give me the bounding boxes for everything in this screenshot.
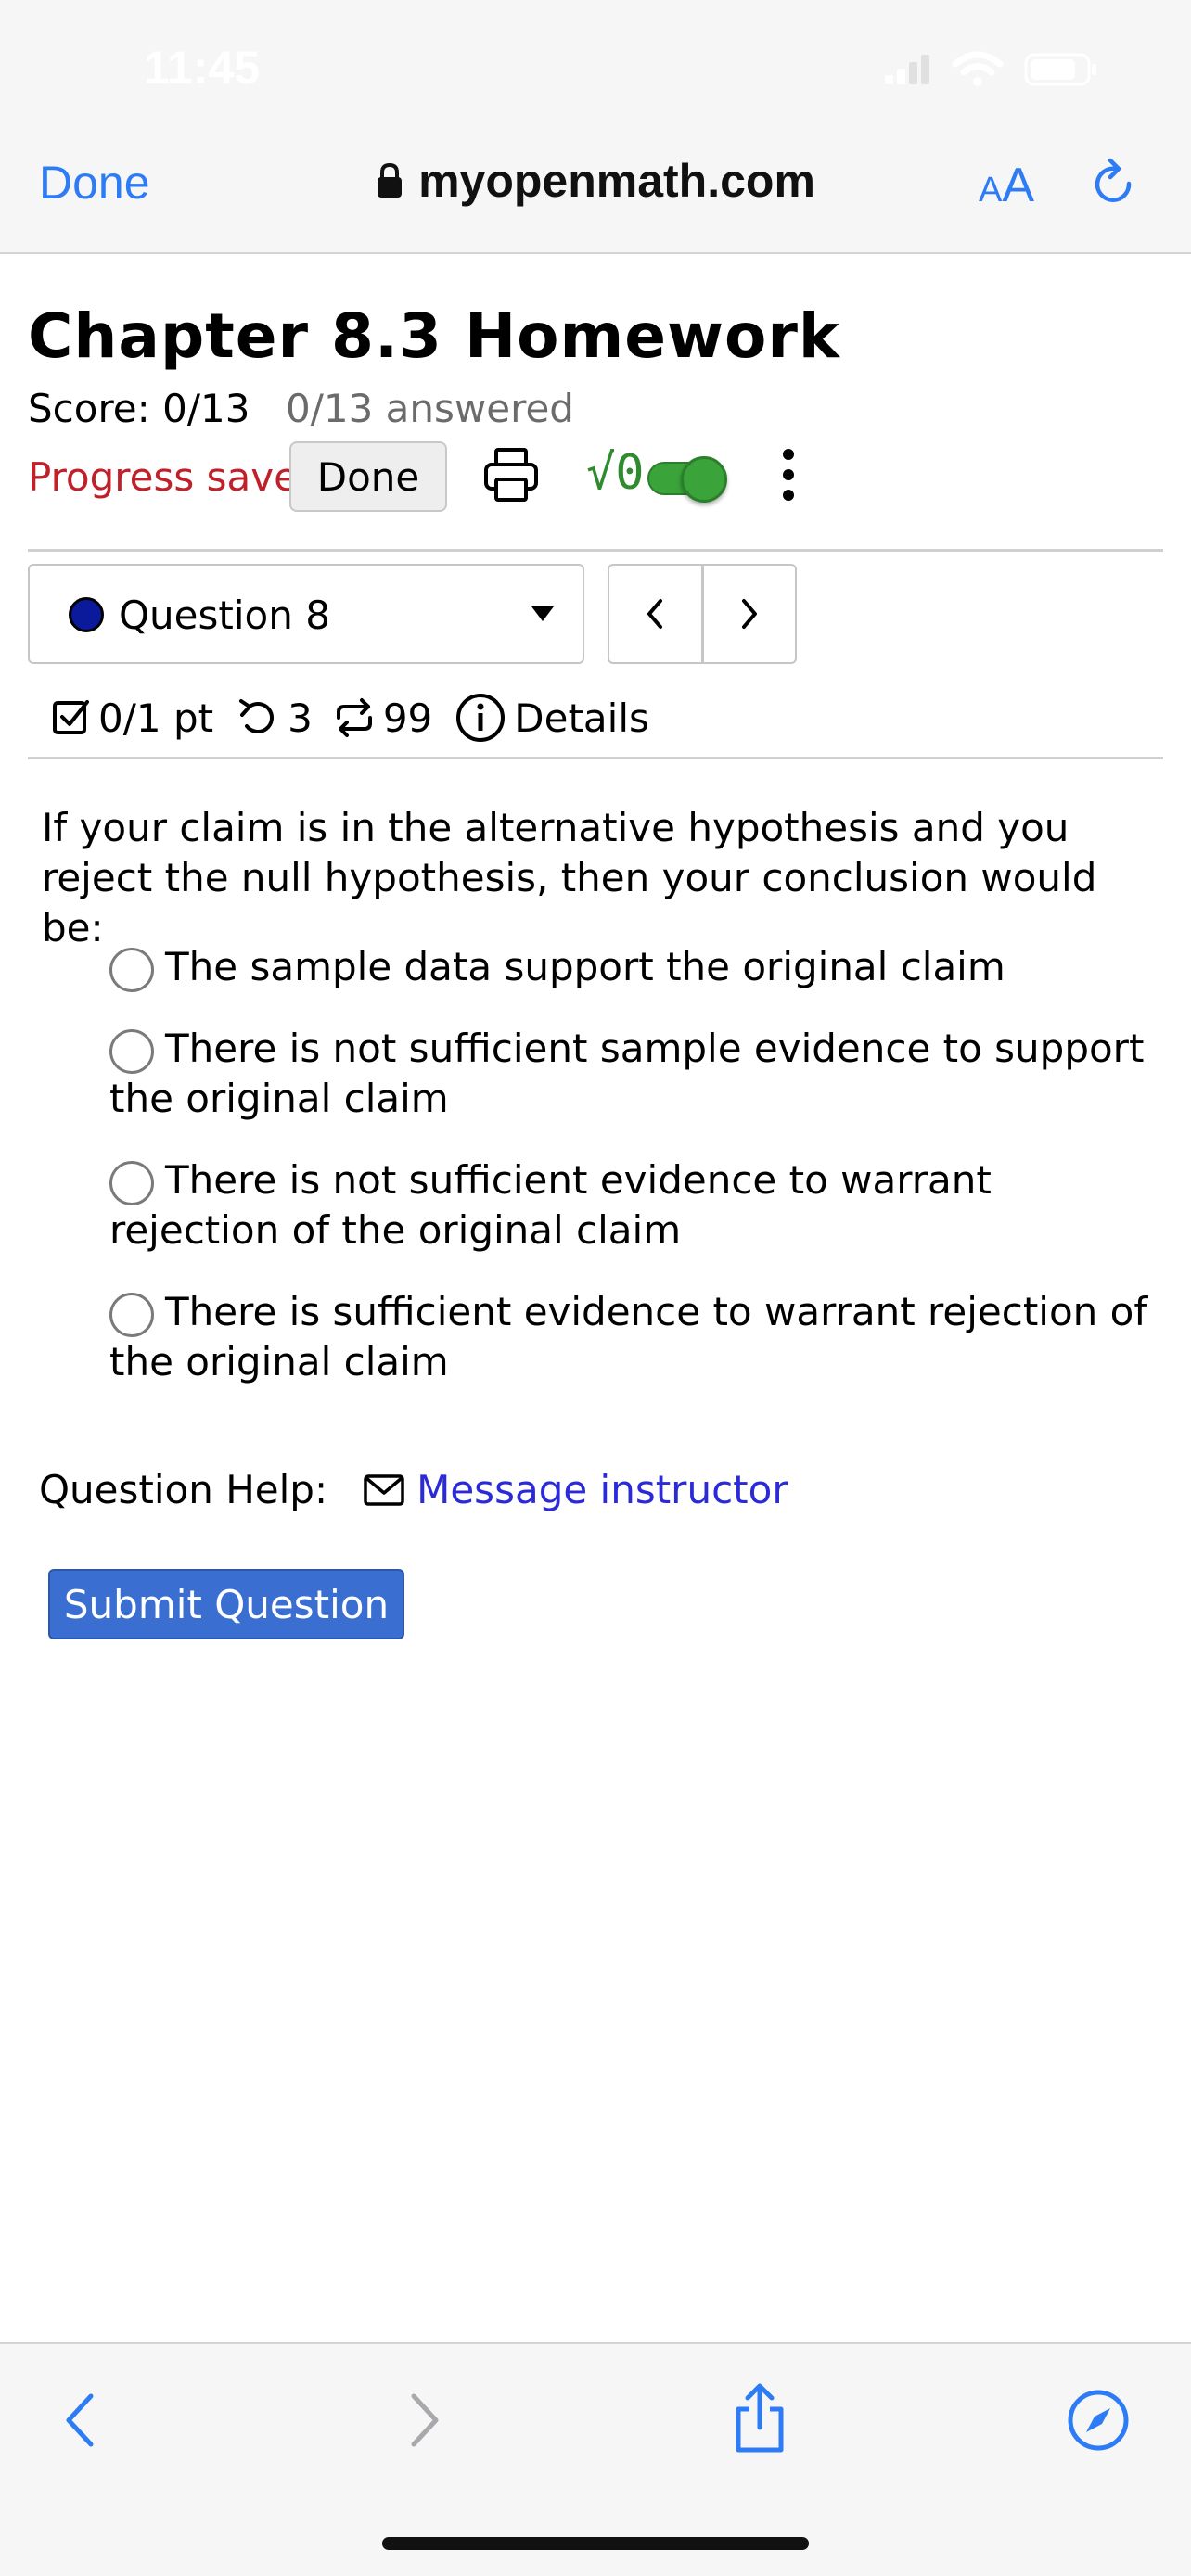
more-options-icon[interactable] (777, 447, 800, 506)
question-selector-label: Question 8 (119, 593, 330, 638)
chevron-left-icon (647, 599, 663, 629)
radio-button[interactable] (109, 1293, 154, 1337)
home-indicator (382, 2537, 809, 2550)
answer-option[interactable]: There is sufficient evidence to warrant … (109, 1287, 1158, 1387)
aa-small-label: A (979, 171, 1003, 210)
assessment-done-button[interactable]: Done (289, 441, 447, 512)
question-pager (608, 564, 797, 664)
previous-question-button[interactable] (609, 566, 701, 662)
radio-button[interactable] (109, 948, 154, 992)
question-help: Question Help: Message instructor (39, 1467, 788, 1512)
lock-icon (378, 162, 403, 198)
question-prompt: If your claim is in the alternative hypo… (42, 805, 1097, 950)
status-icons (885, 51, 1098, 88)
points-group: 0/1 pt (52, 695, 213, 741)
share-button[interactable] (729, 2381, 790, 2459)
answer-option-label: There is not sufficient evidence to warr… (109, 1157, 992, 1253)
answered-count: 0/13 answered (286, 386, 574, 431)
attempts-text: 3 (288, 695, 313, 741)
printer-icon[interactable] (482, 446, 540, 507)
aa-big-label: A (1002, 159, 1035, 212)
answer-option-label: There is sufficient evidence to warrant … (109, 1289, 1148, 1384)
back-button[interactable] (61, 2391, 98, 2454)
details-button[interactable]: Details (455, 692, 649, 744)
answer-option-label: There is not sufficient sample evidence … (109, 1026, 1145, 1121)
answer-options: The sample data support the original cla… (109, 942, 1158, 1387)
text-size-button[interactable]: AA (979, 158, 1034, 213)
answer-option[interactable]: There is not sufficient sample evidence … (109, 1024, 1158, 1124)
details-label: Details (514, 695, 649, 741)
question-selector[interactable]: Question 8 (28, 564, 584, 664)
answer-option[interactable]: The sample data support the original cla… (109, 942, 1158, 992)
question-meta: 0/1 pt 3 99 Details (52, 692, 649, 744)
toggle-knob (681, 456, 727, 503)
chevron-right-icon (741, 599, 757, 629)
browser-done-button[interactable]: Done (39, 156, 150, 210)
math-entry-toggle[interactable] (647, 456, 727, 503)
status-time: 11:45 (144, 42, 261, 94)
page-title: Chapter 8.3 Homework (28, 300, 840, 372)
chevron-right-icon (411, 2393, 439, 2447)
info-icon (456, 694, 506, 742)
regens-text: 99 (382, 695, 433, 741)
answer-option[interactable]: There is not sufficient evidence to warr… (109, 1155, 1158, 1256)
question-status-dot (69, 597, 104, 632)
repeat-icon (336, 698, 372, 737)
browser-top-bar: 11:45 Done myopenmath.com AA (0, 0, 1191, 254)
divider (28, 757, 1163, 759)
envelope-icon (364, 1473, 404, 1506)
battery-icon (1024, 53, 1096, 86)
attempts-group: 3 (237, 695, 313, 741)
signal-icon (885, 55, 929, 84)
next-question-button[interactable] (704, 566, 796, 662)
forward-button[interactable] (406, 2391, 443, 2454)
undo-icon (239, 699, 275, 733)
wifi-icon (952, 51, 1004, 86)
math-entry-label: √0 (586, 445, 645, 501)
radio-button[interactable] (109, 1029, 154, 1074)
compass-button[interactable] (1067, 2389, 1130, 2455)
url-address[interactable]: myopenmath.com (418, 154, 815, 208)
radio-button[interactable] (109, 1161, 154, 1205)
points-text: 0/1 pt (98, 695, 214, 741)
regens-group: 99 (333, 695, 432, 741)
reload-icon[interactable] (1092, 156, 1138, 211)
score-text: Score: 0/13 (28, 386, 250, 431)
compass-icon (1068, 2390, 1129, 2451)
divider (28, 549, 1163, 552)
submit-question-button[interactable]: Submit Question (48, 1569, 404, 1639)
message-instructor-link[interactable]: Message instructor (416, 1467, 788, 1512)
answer-option-label: The sample data support the original cla… (165, 944, 1005, 989)
question-help-label: Question Help: (39, 1467, 328, 1512)
share-icon (736, 2383, 784, 2453)
checkbox-icon (53, 700, 89, 734)
progress-saved-status: Progress saved (28, 454, 323, 500)
chevron-left-icon (66, 2393, 94, 2447)
dropdown-caret-icon (531, 606, 554, 621)
